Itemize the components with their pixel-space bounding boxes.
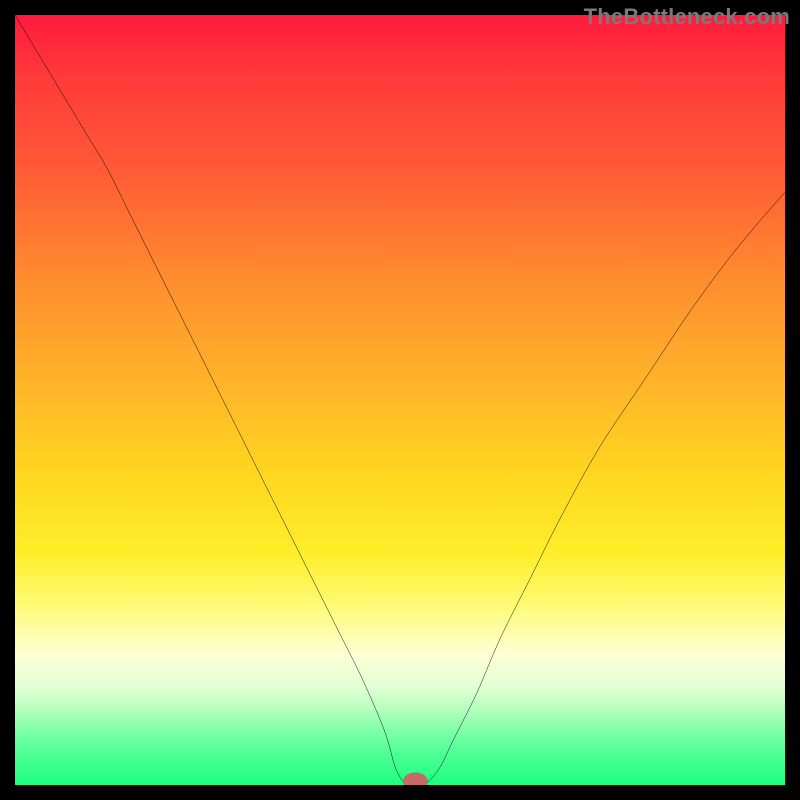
- bottleneck-point-marker: [403, 773, 428, 785]
- curve-layer: [15, 15, 785, 785]
- bottleneck-curve: [15, 15, 785, 785]
- watermark-text: TheBottleneck.com: [584, 4, 790, 30]
- chart-container: TheBottleneck.com: [0, 0, 800, 800]
- plot-area: [15, 15, 785, 785]
